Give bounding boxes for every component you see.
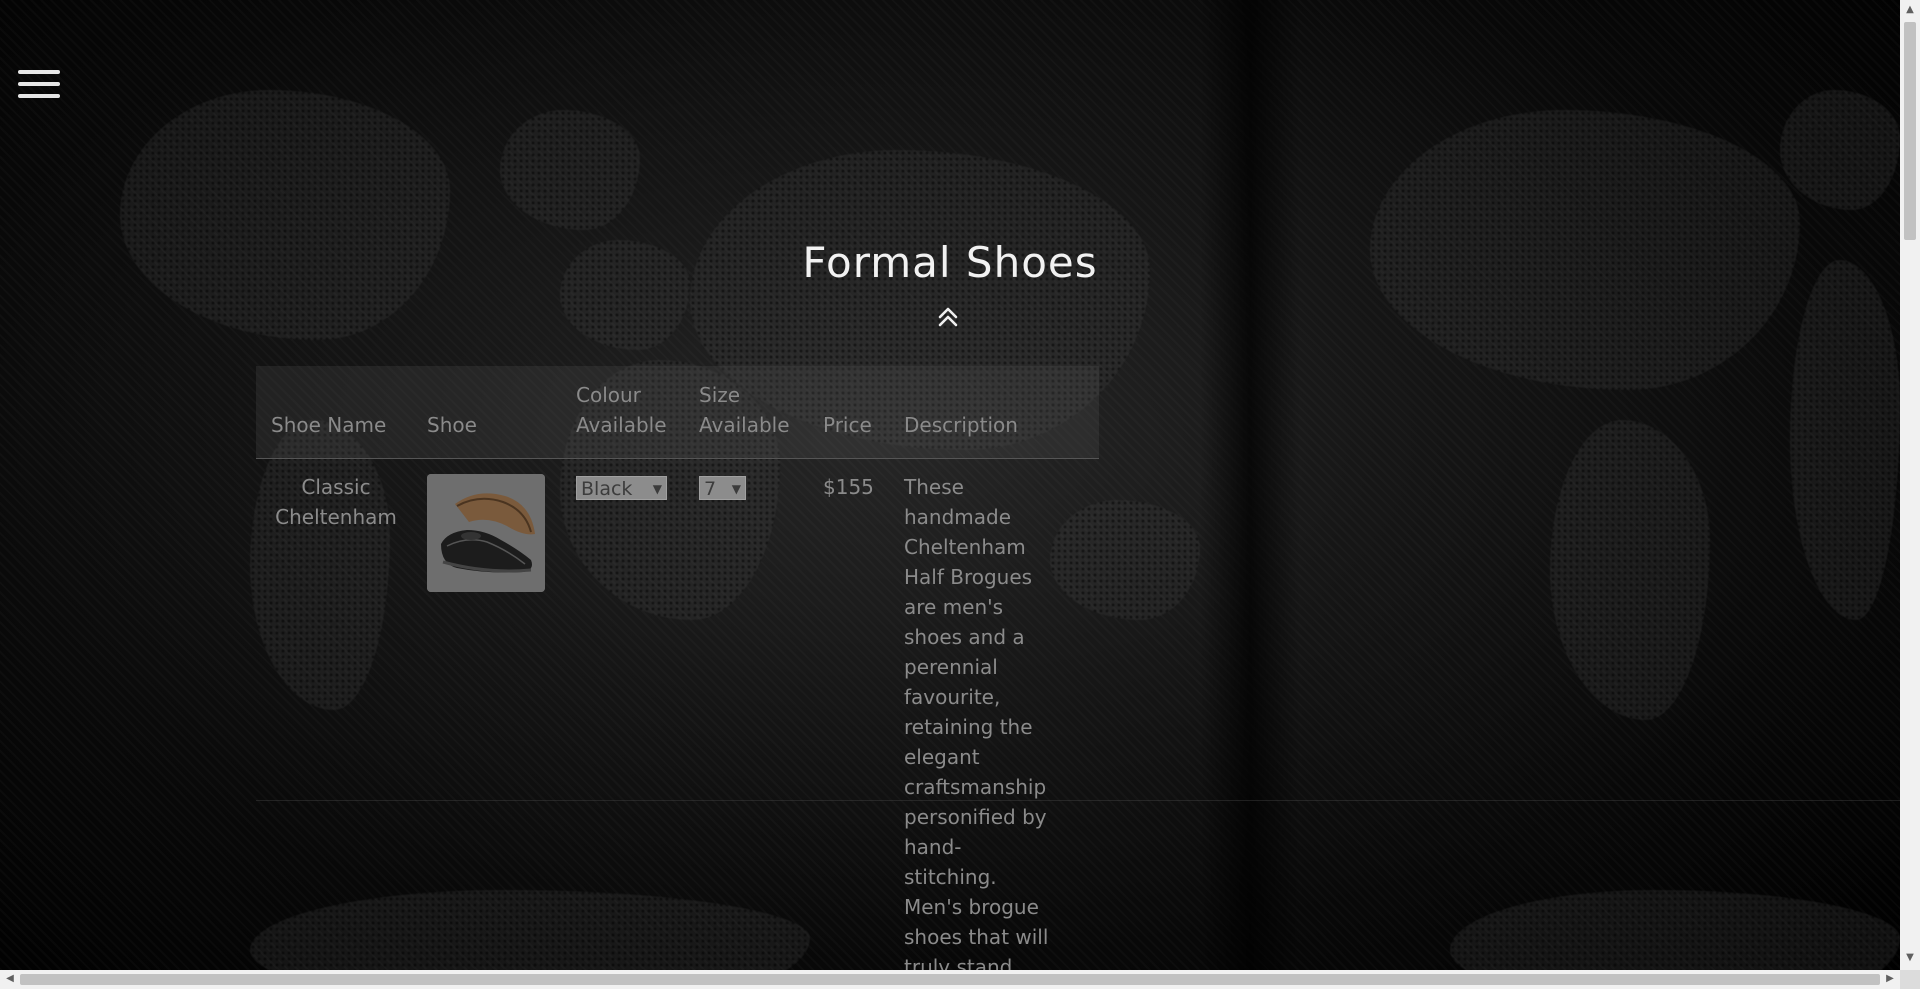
scroll-right-arrow-icon[interactable]: ▶ bbox=[1884, 973, 1896, 985]
description-line: craftsmanship bbox=[904, 775, 1047, 799]
vertical-scrollbar[interactable]: ▲ ▼ bbox=[1900, 0, 1920, 970]
page-background: Formal Shoes Shoe Name Shoe Colour Avail… bbox=[0, 0, 1900, 970]
map-greenland-right bbox=[1780, 90, 1900, 210]
scrollbar-corner bbox=[1900, 970, 1920, 989]
vertical-scroll-thumb[interactable] bbox=[1904, 22, 1916, 240]
header-shoe-name: Shoe Name bbox=[271, 413, 387, 437]
hamburger-menu-icon[interactable] bbox=[18, 70, 60, 102]
chevron-down-icon: ▼ bbox=[731, 482, 741, 496]
header-size-line2: Available bbox=[699, 413, 790, 437]
description-line: Cheltenham bbox=[904, 535, 1026, 559]
description-line: stitching. bbox=[904, 865, 997, 889]
double-chevron-up-icon[interactable] bbox=[937, 306, 959, 328]
horizontal-scroll-thumb[interactable] bbox=[20, 974, 1880, 985]
size-select[interactable]: 7 ▼ bbox=[699, 476, 746, 500]
description-line: truly stand bbox=[904, 955, 1013, 970]
map-south-america-right bbox=[1550, 420, 1710, 720]
map-north-america-left bbox=[120, 90, 450, 340]
map-greenland-left bbox=[500, 110, 640, 230]
row-divider bbox=[256, 800, 1900, 801]
scroll-up-arrow-icon[interactable]: ▲ bbox=[1904, 4, 1916, 16]
row-price: $155 bbox=[823, 475, 874, 499]
row-description: These handmade Cheltenham Half Brogues a… bbox=[904, 472, 1074, 970]
size-selected-value: 7 bbox=[704, 478, 717, 500]
description-line: hand- bbox=[904, 835, 962, 859]
header-description: Description bbox=[904, 413, 1018, 437]
description-line: personified by bbox=[904, 805, 1047, 829]
shoe-name-line1: Classic bbox=[301, 475, 371, 499]
header-shoe: Shoe bbox=[427, 413, 477, 437]
header-size-line1: Size bbox=[699, 383, 741, 407]
map-south-america-left bbox=[250, 420, 390, 710]
description-line: handmade bbox=[904, 505, 1012, 529]
menu-bar-middle bbox=[18, 82, 60, 86]
description-line: Half Brogues bbox=[904, 565, 1033, 589]
colour-select[interactable]: Black ▼ bbox=[576, 476, 667, 500]
header-price: Price bbox=[823, 413, 872, 437]
page-title: Formal Shoes bbox=[802, 238, 1098, 287]
shoe-name-line2: Cheltenham bbox=[275, 505, 397, 529]
menu-bar-bottom bbox=[18, 94, 60, 98]
description-line: are men's bbox=[904, 595, 1004, 619]
description-line: These bbox=[904, 475, 964, 499]
shoe-image bbox=[427, 474, 545, 592]
chevron-down-icon: ▼ bbox=[652, 482, 662, 496]
brogue-shoe-icon bbox=[427, 474, 545, 592]
horizontal-scrollbar[interactable]: ◀ ▶ bbox=[0, 970, 1900, 989]
row-shoe-name: Classic Cheltenham bbox=[271, 472, 401, 532]
map-africa-right bbox=[1790, 260, 1900, 620]
colour-selected-value: Black bbox=[581, 478, 633, 500]
description-line: shoes and a bbox=[904, 625, 1025, 649]
map-bottom-left bbox=[250, 890, 810, 970]
map-seam-shadow bbox=[1200, 0, 1300, 970]
scroll-left-arrow-icon[interactable]: ◀ bbox=[4, 973, 16, 985]
scroll-down-arrow-icon[interactable]: ▼ bbox=[1904, 952, 1916, 964]
description-line: Men's brogue bbox=[904, 895, 1039, 919]
description-line: perennial bbox=[904, 655, 998, 679]
description-line: shoes that will bbox=[904, 925, 1049, 949]
description-line: elegant bbox=[904, 745, 980, 769]
map-bottom-right bbox=[1450, 890, 1900, 970]
description-line: retaining the bbox=[904, 715, 1033, 739]
header-colour-line1: Colour bbox=[576, 383, 641, 407]
description-line: favourite, bbox=[904, 685, 1001, 709]
menu-bar-top bbox=[18, 70, 60, 74]
header-colour-line2: Available bbox=[576, 413, 667, 437]
